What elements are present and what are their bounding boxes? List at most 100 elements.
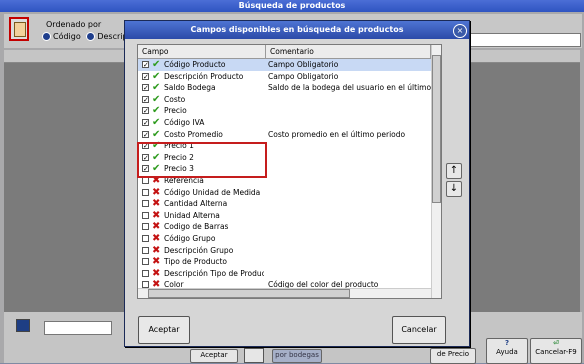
field-comment: Campo Obligatorio — [268, 71, 339, 81]
filter-input[interactable] — [44, 321, 112, 335]
row-checkbox[interactable]: ✓ — [142, 84, 149, 92]
price-button[interactable]: de Precio — [430, 348, 476, 364]
check-icon: ✔ — [152, 128, 161, 140]
cross-icon: ✖ — [152, 267, 161, 279]
cross-icon: ✖ — [152, 209, 161, 221]
field-row[interactable]: ✖ Código Grupo — [138, 233, 431, 245]
radio-icon[interactable] — [86, 32, 96, 41]
window-title: Búsqueda de productos — [0, 0, 584, 12]
check-icon: ✔ — [152, 105, 161, 117]
field-name: Cantidad Alterna — [164, 199, 228, 209]
cross-icon: ✖ — [152, 244, 161, 256]
field-name: Codigo de Barras — [164, 222, 229, 232]
field-name: Saldo Bodega — [164, 83, 216, 93]
field-comment: Costo promedio en el último periodo — [268, 129, 406, 139]
row-checkbox[interactable] — [142, 246, 149, 254]
field-row[interactable]: ✓ ✔ Costo — [138, 94, 431, 106]
row-checkbox[interactable] — [142, 211, 149, 219]
edit-fields-button[interactable] — [9, 17, 29, 41]
field-row[interactable]: ✖ Código Unidad de Medida — [138, 187, 431, 199]
check-icon: ✔ — [152, 70, 161, 82]
grid-header: Campo Comentario — [138, 45, 431, 59]
radio-icon[interactable] — [42, 32, 51, 41]
field-comment: Campo Obligatorio — [268, 60, 339, 69]
field-name: Descripción Tipo de Producto — [164, 268, 264, 278]
horizontal-scroll-thumb[interactable] — [148, 289, 350, 298]
field-name: Precio — [164, 106, 187, 116]
row-checkbox[interactable]: ✓ — [142, 61, 149, 69]
column-header-comment[interactable]: Comentario — [266, 45, 431, 58]
field-name: Código Grupo — [164, 234, 216, 243]
move-down-button[interactable]: ↓ — [446, 181, 462, 197]
field-name: Descripción Grupo — [164, 245, 234, 255]
row-checkbox[interactable]: ✓ — [142, 119, 149, 127]
help-icon: ? — [504, 339, 510, 347]
highlight-box — [137, 142, 267, 178]
row-checkbox[interactable] — [142, 258, 149, 266]
check-icon: ✔ — [152, 117, 161, 128]
cross-icon: ✖ — [152, 233, 161, 244]
row-checkbox[interactable] — [142, 223, 149, 231]
row-checkbox[interactable]: ✓ — [142, 95, 149, 103]
row-checkbox[interactable]: ✓ — [142, 130, 149, 138]
row-checkbox[interactable] — [142, 200, 149, 208]
arrow-down-icon: ↓ — [449, 183, 459, 194]
field-row[interactable]: ✓ ✔ Código IVA — [138, 117, 431, 129]
field-row[interactable]: ✖ Cantidad Alterna — [138, 198, 431, 210]
close-icon: ⏎ — [553, 339, 559, 347]
row-checkbox[interactable] — [142, 188, 149, 196]
move-up-button[interactable]: ↑ — [446, 163, 462, 179]
field-name: Tipo de Producto — [164, 257, 227, 267]
field-row[interactable]: ✓ ✔ Precio — [138, 105, 431, 117]
ordered-by-label: Ordenado por — [45, 20, 103, 29]
field-row[interactable]: ✓ ✔ Costo Promedio Costo promedio en el últ… — [138, 129, 431, 141]
row-checkbox[interactable]: ✓ — [142, 107, 149, 115]
accept-button[interactable]: Aceptar — [138, 316, 190, 344]
field-name: Unidad Alterna — [164, 210, 220, 220]
row-checkbox[interactable] — [142, 269, 149, 277]
cross-icon: ✖ — [152, 186, 161, 198]
check-icon: ✔ — [152, 93, 161, 105]
dialog-title: Campos disponibles en búsqueda de produc… — [125, 21, 469, 39]
field-name: Costo — [164, 94, 186, 104]
field-name: Código Producto — [164, 60, 226, 69]
color-swatch[interactable] — [244, 348, 264, 363]
field-row[interactable]: ✓ ✔ Descripción Producto Campo Obligatorio — [138, 71, 431, 83]
cross-icon: ✖ — [152, 221, 161, 233]
by-warehouse-button[interactable]: por bodegas — [272, 349, 322, 363]
column-header-field[interactable]: Campo — [138, 45, 266, 58]
field-row[interactable]: ✖ Codigo de Barras — [138, 221, 431, 233]
check-icon: ✔ — [152, 82, 161, 94]
row-checkbox[interactable]: ✓ — [142, 72, 149, 80]
export-icon[interactable] — [16, 319, 30, 332]
order-options: Código Descripc — [42, 32, 132, 41]
field-comment: Saldo de la bodega del usuario en el últ… — [268, 83, 431, 93]
field-name: Código IVA — [164, 118, 205, 127]
cross-icon: ✖ — [152, 256, 161, 268]
close-label: Cancelar-F9 — [535, 348, 577, 356]
help-button[interactable]: ? Ayuda — [486, 338, 528, 364]
help-label: Ayuda — [496, 348, 518, 356]
close-button[interactable]: ⏎ Cancelar-F9 — [530, 338, 582, 364]
vertical-scroll-thumb[interactable] — [432, 55, 441, 203]
dialog-close-icon[interactable]: × — [453, 24, 467, 38]
field-row[interactable]: ✖ Unidad Alterna — [138, 210, 431, 222]
row-checkbox[interactable] — [142, 177, 149, 184]
field-name: Costo Promedio — [164, 129, 223, 139]
cancel-button[interactable]: Cancelar — [392, 316, 446, 344]
field-row[interactable]: ✖ Descripción Tipo de Producto — [138, 268, 431, 280]
option-code-label: Código — [53, 32, 81, 41]
field-name: Descripción Producto — [164, 71, 244, 81]
arrow-up-icon: ↑ — [449, 165, 459, 176]
notepad-icon — [14, 22, 26, 37]
check-icon: ✔ — [152, 59, 161, 70]
background-accept-button[interactable]: Aceptar — [190, 349, 238, 363]
field-name: Código Unidad de Medida — [164, 187, 261, 197]
row-checkbox[interactable] — [142, 235, 149, 242]
field-row[interactable]: ✖ Tipo de Producto — [138, 256, 431, 268]
cross-icon: ✖ — [152, 198, 161, 210]
field-row[interactable]: ✓ ✔ Código Producto Campo Obligatorio — [138, 59, 431, 71]
search-input[interactable] — [461, 33, 581, 47]
field-row[interactable]: ✖ Descripción Grupo — [138, 245, 431, 257]
field-row[interactable]: ✓ ✔ Saldo Bodega Saldo de la bodega del usu… — [138, 82, 431, 94]
